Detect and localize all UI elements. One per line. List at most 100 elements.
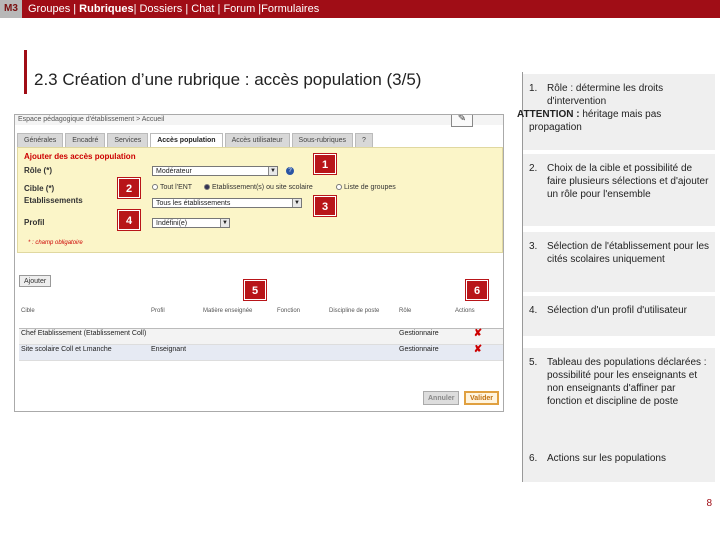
delete-icon[interactable]: ✘ <box>453 329 503 344</box>
population-table: Cible Profil Matière enseignée Fonction … <box>19 307 503 361</box>
item-number: 1. <box>529 83 538 94</box>
col-role: Rôle <box>399 308 412 314</box>
cible-radio-ent[interactable]: Tout l'ENT <box>152 184 192 191</box>
col-cible: Cible <box>21 308 35 314</box>
item-number: 5. <box>529 357 538 368</box>
profil-select-value: Indéfini(e) <box>156 220 188 227</box>
callout-3: 3 <box>314 196 336 216</box>
etablissement-select-value: Tous les établissements <box>156 200 231 207</box>
explanation-item-5: 5. Tableau des populations déclarées : po… <box>523 348 715 444</box>
callout-2: 2 <box>118 178 140 198</box>
tab-acces-population[interactable]: Accès population <box>150 133 223 147</box>
table-row: Site scolaire Coll et Lmanche Enseignant… <box>19 345 503 361</box>
validate-button[interactable]: Valider <box>464 391 499 405</box>
attention-label: ATTENTION : <box>517 109 580 120</box>
cell-cible: Chef Etablissement (Etablissement Coll) <box>21 330 147 337</box>
cible-radio-ent-label: Tout l'ENT <box>160 184 193 191</box>
role-label: Rôle (*) <box>24 166 52 175</box>
col-fonction: Fonction <box>277 308 301 314</box>
nav-groupes[interactable]: Groupes | <box>28 3 79 15</box>
item-text: Choix de la cible et possibilité de fair… <box>547 163 709 200</box>
chevron-down-icon: ▼ <box>292 199 301 207</box>
tab-bar: Générales Encadré Services Accès populat… <box>17 133 503 147</box>
callout-6: 6 <box>466 280 488 300</box>
tab-encadre[interactable]: Encadré <box>65 133 106 147</box>
role-select-value: Modérateur <box>156 168 192 175</box>
nav-others[interactable]: | Dossiers | Chat | Forum |Formulaires <box>134 3 320 15</box>
top-nav-bar: M3 Groupes | Rubriques| Dossiers | Chat … <box>0 0 720 18</box>
table-header: Cible Profil Matière enseignée Fonction … <box>19 307 503 329</box>
tab-help[interactable]: ? <box>355 133 373 147</box>
radio-selected-icon <box>204 184 210 190</box>
etablissement-select[interactable]: Tous les établissements ▼ <box>152 198 302 208</box>
help-icon[interactable]: ? <box>286 167 294 175</box>
callout-5: 5 <box>244 280 266 300</box>
add-button[interactable]: Ajouter <box>19 275 52 287</box>
item-number: 3. <box>529 241 538 252</box>
item-number: 4. <box>529 305 538 316</box>
chevron-down-icon: ▼ <box>220 219 229 227</box>
cell-role: Gestionnaire <box>399 346 439 353</box>
cell-profil: Enseignant <box>151 346 187 353</box>
col-matiere: Matière enseignée <box>203 308 253 314</box>
profil-select[interactable]: Indéfini(e) ▼ <box>152 218 230 228</box>
module-badge: M3 <box>0 0 22 18</box>
item-number: 6. <box>529 453 538 464</box>
cell-matiere <box>201 345 275 360</box>
chevron-down-icon: ▼ <box>268 167 277 175</box>
etablissements-label: Etablissements <box>24 196 83 205</box>
callout-1: 1 <box>314 154 336 174</box>
cible-radio-groupes-label: Liste de groupes <box>344 184 396 191</box>
form-legend: Ajouter des accès population <box>24 152 136 161</box>
cell-fonction <box>275 329 327 344</box>
item-text: Tableau des populations déclarées : poss… <box>547 357 707 407</box>
item-number: 2. <box>529 163 538 174</box>
cell-role: Gestionnaire <box>399 330 439 337</box>
edit-pencil-icon[interactable]: ✎ <box>451 115 473 127</box>
radio-icon <box>152 184 158 190</box>
col-discipline: Discipline de poste <box>329 308 380 314</box>
explanation-item-4: 4. Sélection d'un profil d'utilisateur <box>523 296 715 336</box>
cell-matiere <box>201 329 275 344</box>
breadcrumb: Espace pédagogique d'établissement > Acc… <box>15 115 503 125</box>
module-nav: Groupes | Rubriques| Dossiers | Chat | F… <box>28 0 319 18</box>
item-text: Sélection de l'établissement pour les ci… <box>547 241 710 265</box>
slide-title: 2.3 Création d’une rubrique : accès popu… <box>34 70 422 89</box>
tab-generales[interactable]: Générales <box>17 133 64 147</box>
table-row: Chef Etablissement (Etablissement Coll) … <box>19 329 503 345</box>
delete-icon[interactable]: ✘ <box>453 345 503 360</box>
explanation-item-3: 3. Sélection de l'établissement pour les … <box>523 232 715 292</box>
cell-fonction <box>275 345 327 360</box>
item-text: Actions sur les populations <box>547 453 666 464</box>
tab-sous-rubriques[interactable]: Sous-rubriques <box>291 133 353 147</box>
explanation-item-2: 2. Choix de la cible et possibilité de fa… <box>523 154 715 226</box>
nav-rubriques[interactable]: Rubriques <box>79 3 133 15</box>
cible-radio-groupes[interactable]: Liste de groupes <box>336 184 396 191</box>
cell-profil <box>149 329 201 344</box>
radio-icon <box>336 184 342 190</box>
explanation-item-6: 6. Actions sur les populations <box>523 444 715 482</box>
explanation-panel: 1. Rôle : détermine les droits d'interven… <box>517 72 715 482</box>
cancel-button[interactable]: Annuler <box>423 391 460 405</box>
cell-discipline <box>327 345 397 360</box>
explanation-item-1: 1. Rôle : détermine les droits d'interven… <box>517 74 715 150</box>
cell-cible: Site scolaire Coll et Lmanche <box>21 346 112 353</box>
profil-label: Profil <box>24 218 45 227</box>
title-accent-line <box>24 50 27 94</box>
col-profil: Profil <box>151 308 165 314</box>
cible-label: Cible (*) <box>24 184 55 193</box>
item-text: Sélection d'un profil d'utilisateur <box>547 305 688 316</box>
callout-4: 4 <box>118 210 140 230</box>
app-screenshot: Espace pédagogique d'établissement > Acc… <box>14 114 504 412</box>
role-select[interactable]: Modérateur ▼ <box>152 166 278 176</box>
tab-acces-utilisateur[interactable]: Accès utilisateur <box>224 133 290 147</box>
cell-discipline <box>327 329 397 344</box>
item-text: Rôle : détermine les droits d'interventi… <box>547 83 664 107</box>
page-number: 8 <box>706 498 712 509</box>
population-form: Ajouter des accès population Rôle (*) Mo… <box>17 147 503 253</box>
cible-radio-etablissement-label: Etablissement(s) ou site scolaire <box>212 184 313 191</box>
col-actions: Actions <box>455 308 475 314</box>
tab-services[interactable]: Services <box>107 133 149 147</box>
required-note: * : champ obligatoire <box>28 240 83 246</box>
cible-radio-etablissement[interactable]: Etablissement(s) ou site scolaire <box>204 184 313 191</box>
